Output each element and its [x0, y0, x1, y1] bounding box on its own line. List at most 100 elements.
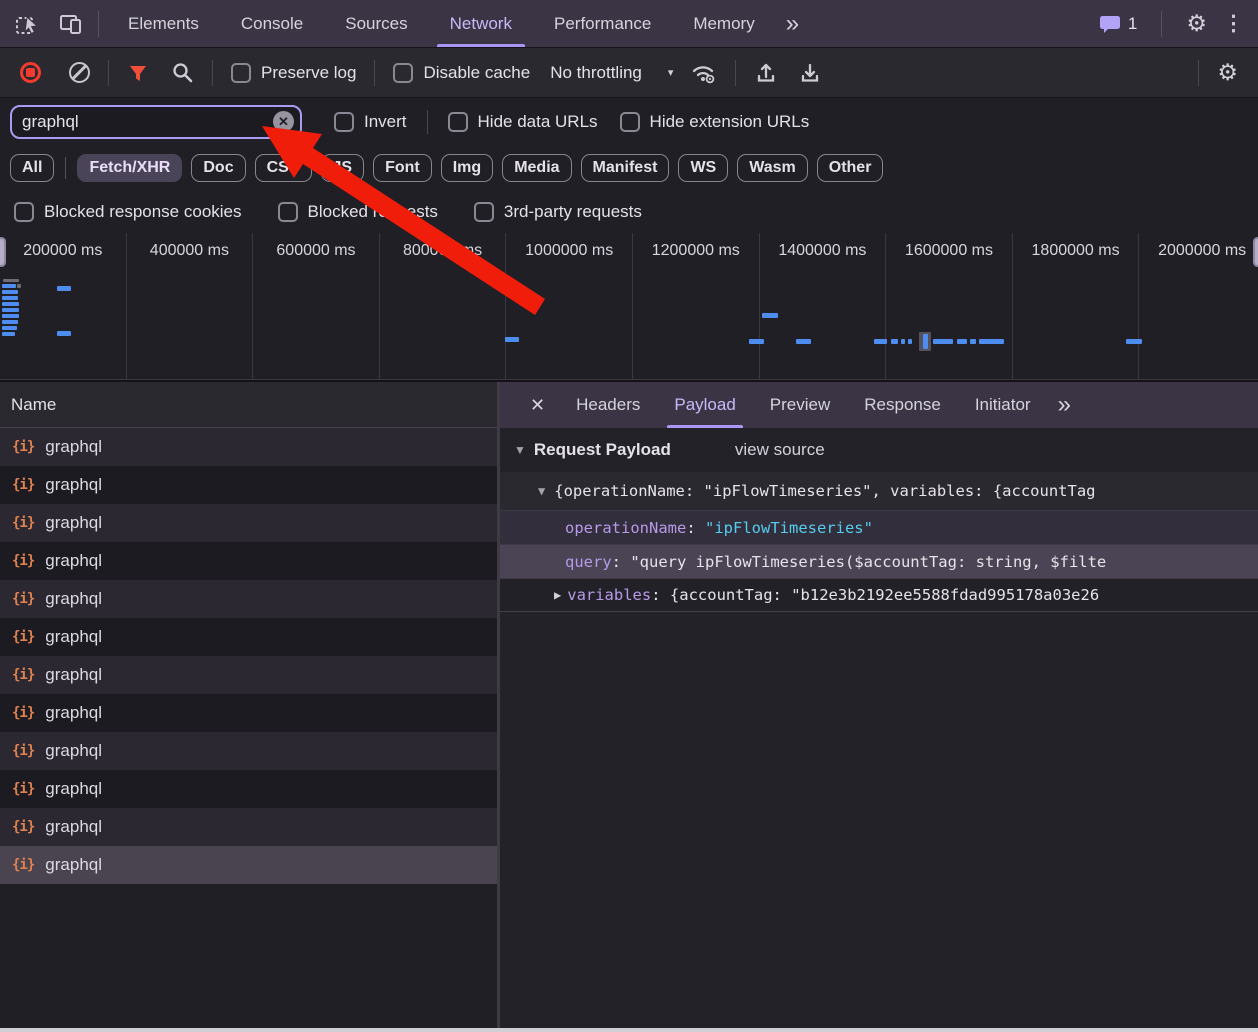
throttling-select[interactable]: No throttling ▾: [544, 63, 673, 83]
payload-row-operationName[interactable]: operationName: "ipFlowTimeseries": [500, 510, 1258, 544]
collapse-triangle-icon[interactable]: ▼: [538, 484, 545, 498]
search-icon[interactable]: [171, 61, 194, 84]
clear-network-log-button[interactable]: [69, 62, 90, 83]
chip-fetch-xhr[interactable]: Fetch/XHR: [77, 154, 182, 182]
import-har-icon[interactable]: [754, 61, 778, 85]
more-tabs-icon[interactable]: »: [776, 12, 809, 36]
overview-left-handle[interactable]: [0, 237, 6, 267]
invert-checkbox[interactable]: Invert: [334, 112, 407, 132]
chip-js[interactable]: JS: [321, 154, 365, 182]
collapse-triangle-icon[interactable]: ▼: [514, 443, 526, 457]
tab-performance[interactable]: Performance: [533, 0, 672, 47]
checkbox-label: 3rd-party requests: [504, 202, 642, 222]
request-row[interactable]: {i}graphql: [0, 504, 497, 542]
checkbox[interactable]: [620, 112, 640, 132]
chip-css[interactable]: CSS: [255, 154, 312, 182]
request-payload-section-header[interactable]: ▼ Request Payload view source: [500, 428, 1258, 472]
checkbox[interactable]: [393, 63, 413, 83]
network-overview-timeline[interactable]: 200000 ms400000 ms600000 ms800000 ms1000…: [0, 233, 1258, 380]
chip-doc[interactable]: Doc: [191, 154, 245, 182]
disable-cache-label: Disable cache: [423, 63, 530, 83]
checkbox[interactable]: [474, 202, 494, 222]
checkbox[interactable]: [14, 202, 34, 222]
hide-extension-urls-checkbox[interactable]: Hide extension URLs: [620, 112, 810, 132]
network-conditions-icon[interactable]: [691, 61, 717, 85]
3rd-party-requests-checkbox[interactable]: 3rd-party requests: [474, 202, 642, 222]
request-row[interactable]: {i}graphql: [0, 808, 497, 846]
detail-tab-payload[interactable]: Payload: [657, 382, 752, 428]
request-row[interactable]: {i}graphql: [0, 770, 497, 808]
view-source-link[interactable]: view source: [735, 440, 825, 460]
close-icon[interactable]: ✕: [516, 382, 559, 428]
waterfall-bar: [908, 339, 912, 344]
waterfall-bar: [970, 339, 976, 344]
device-toolbar-icon[interactable]: [58, 11, 84, 37]
checkbox[interactable]: [278, 202, 298, 222]
payload-row-variables[interactable]: ▶ variables: {accountTag: "b12e3b2192ee5…: [500, 578, 1258, 612]
request-row[interactable]: {i}graphql: [0, 580, 497, 618]
request-row[interactable]: {i}graphql: [0, 618, 497, 656]
waterfall-bar: [2, 332, 15, 336]
detail-tab-response[interactable]: Response: [847, 382, 958, 428]
payload-value: "query ipFlowTimeseries($accountTag: str…: [630, 553, 1106, 571]
request-row[interactable]: {i}graphql: [0, 466, 497, 504]
name-column-header[interactable]: Name: [0, 382, 497, 428]
kebab-menu-icon[interactable]: ⋮: [1223, 11, 1244, 36]
inspect-element-icon[interactable]: [14, 11, 40, 37]
timeline-tick-label: 800000 ms: [380, 233, 507, 379]
request-name: graphql: [45, 703, 102, 723]
tab-sources[interactable]: Sources: [324, 0, 428, 47]
request-row[interactable]: {i}graphql: [0, 656, 497, 694]
chip-wasm[interactable]: Wasm: [737, 154, 808, 182]
filter-funnel-icon[interactable]: [127, 62, 149, 84]
detail-tab-bar: ✕ HeadersPayloadPreviewResponseInitiator…: [500, 382, 1258, 428]
record-network-log-button[interactable]: [20, 62, 41, 83]
filter-input[interactable]: [22, 112, 273, 132]
window-bottom-edge: [0, 1028, 1258, 1032]
chip-all[interactable]: All: [10, 154, 54, 182]
checkbox[interactable]: [231, 63, 251, 83]
payload-row-query-selected[interactable]: query: "query ipFlowTimeseries($accountT…: [500, 544, 1258, 578]
chip-other[interactable]: Other: [817, 154, 884, 182]
chip-media[interactable]: Media: [502, 154, 571, 182]
more-detail-tabs-icon[interactable]: »: [1048, 393, 1081, 417]
blocked-requests-checkbox[interactable]: Blocked requests: [278, 202, 438, 222]
divider: [98, 11, 99, 37]
clear-filter-icon[interactable]: ✕: [273, 111, 294, 132]
overview-right-handle[interactable]: [1253, 237, 1258, 267]
divider: [735, 60, 736, 86]
request-name: graphql: [45, 551, 102, 571]
expand-triangle-icon[interactable]: ▶: [554, 588, 561, 602]
chip-ws[interactable]: WS: [678, 154, 728, 182]
tab-elements[interactable]: Elements: [107, 0, 220, 47]
export-har-icon[interactable]: [798, 61, 822, 85]
blocked-response-cookies-checkbox[interactable]: Blocked response cookies: [14, 202, 242, 222]
request-row[interactable]: {i}graphql: [0, 846, 497, 884]
payload-root-row[interactable]: ▼ {operationName: "ipFlowTimeseries", va…: [500, 472, 1258, 510]
checkbox[interactable]: [448, 112, 468, 132]
request-row[interactable]: {i}graphql: [0, 732, 497, 770]
timeline-tick-label: 1600000 ms: [886, 233, 1013, 379]
request-row[interactable]: {i}graphql: [0, 542, 497, 580]
hide-data-urls-checkbox[interactable]: Hide data URLs: [448, 112, 598, 132]
tab-console[interactable]: Console: [220, 0, 324, 47]
checkbox[interactable]: [334, 112, 354, 132]
issues-counter[interactable]: 1: [1099, 14, 1137, 34]
tab-memory[interactable]: Memory: [672, 0, 775, 47]
request-row[interactable]: {i}graphql: [0, 694, 497, 732]
chip-manifest[interactable]: Manifest: [581, 154, 670, 182]
detail-tab-initiator[interactable]: Initiator: [958, 382, 1048, 428]
request-details-panel: ✕ HeadersPayloadPreviewResponseInitiator…: [500, 382, 1258, 1028]
detail-tab-headers[interactable]: Headers: [559, 382, 657, 428]
chip-img[interactable]: Img: [441, 154, 493, 182]
tab-network[interactable]: Network: [429, 0, 533, 47]
request-row[interactable]: {i}graphql: [0, 428, 497, 466]
disable-cache-checkbox[interactable]: Disable cache: [393, 63, 530, 83]
network-settings-gear-icon[interactable]: ⚙: [1217, 61, 1238, 84]
chip-font[interactable]: Font: [373, 154, 432, 182]
settings-gear-icon[interactable]: ⚙: [1186, 12, 1207, 35]
detail-tab-preview[interactable]: Preview: [753, 382, 847, 428]
waterfall-bar: [2, 314, 19, 318]
json-braces-icon: {i}: [12, 857, 34, 873]
preserve-log-checkbox[interactable]: Preserve log: [231, 63, 356, 83]
